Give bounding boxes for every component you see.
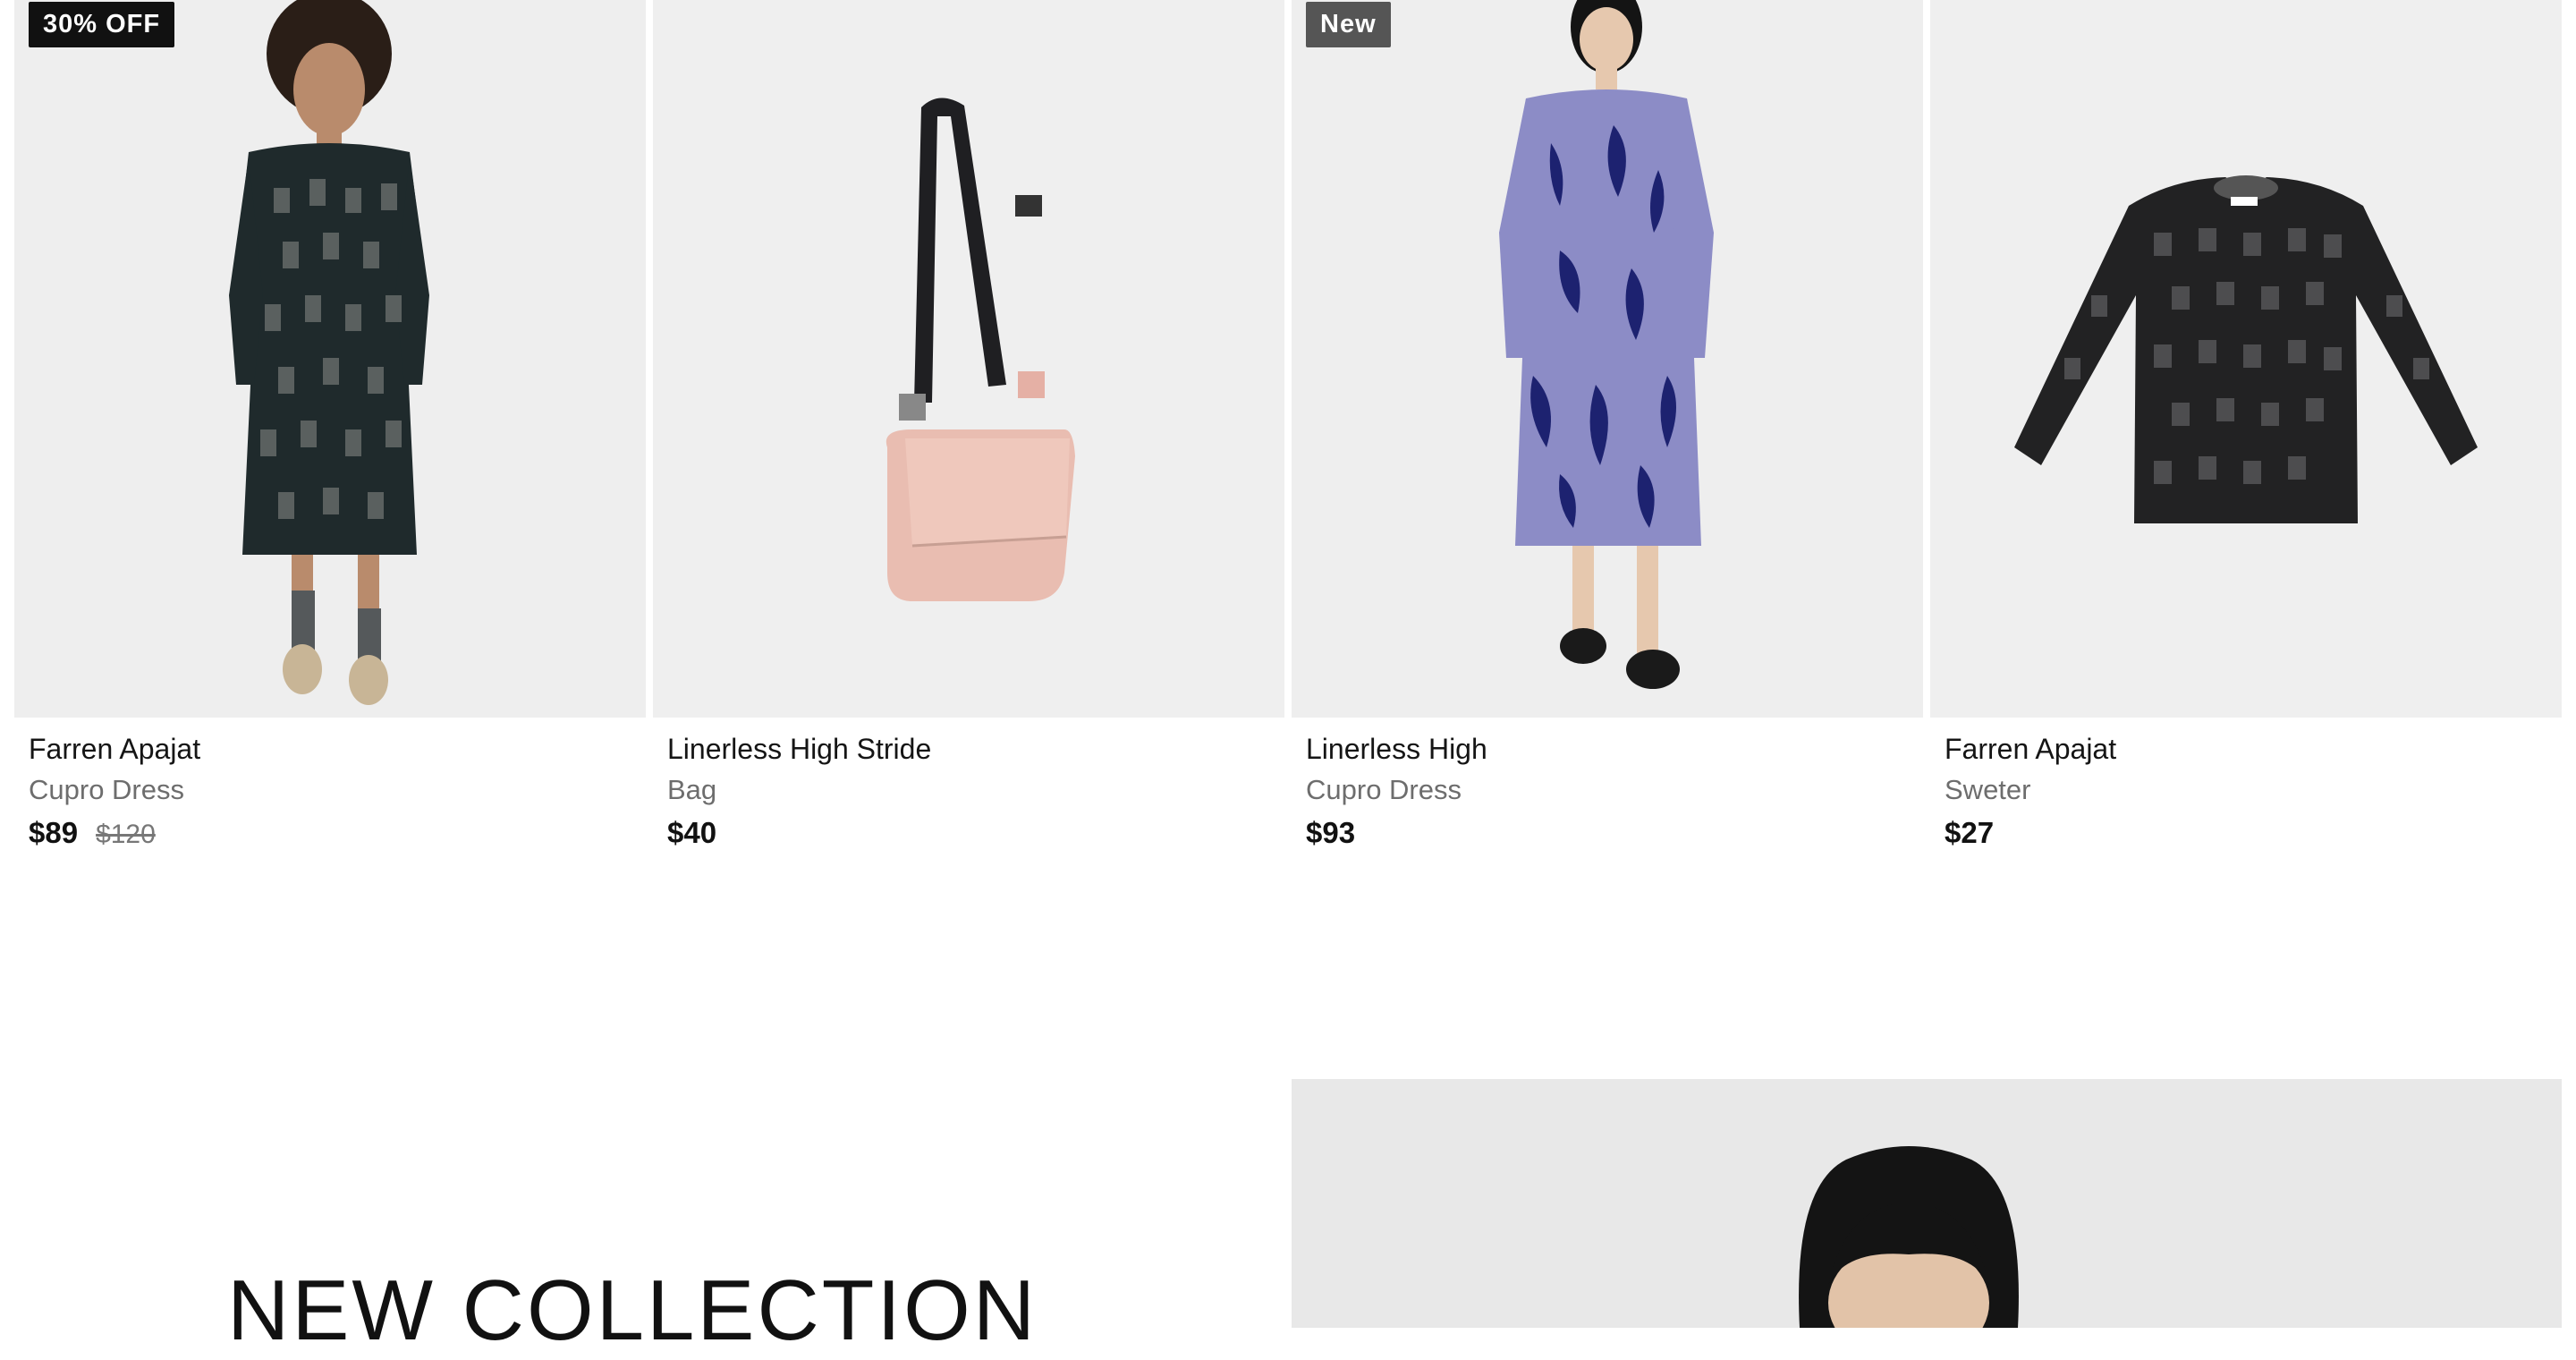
- product-price: $40: [667, 816, 717, 849]
- product-card-linerless-high-stride-bag[interactable]: Linerless High Stride Bag $40: [653, 0, 1284, 895]
- bag-image: [653, 0, 1284, 718]
- price-row: $40: [667, 816, 1270, 850]
- sweater-image: [1930, 0, 2562, 718]
- product-grid: 30% OFF Farren Apajat Cupro Dress $89 $1…: [14, 0, 2562, 895]
- product-image[interactable]: [1930, 0, 2562, 718]
- product-name[interactable]: Farren Apajat: [29, 728, 631, 769]
- product-image[interactable]: 30% OFF: [14, 0, 646, 718]
- product-card-farren-apajat-dress[interactable]: 30% OFF Farren Apajat Cupro Dress $89 $1…: [14, 0, 646, 895]
- product-price: $27: [1945, 816, 1995, 849]
- product-info: Linerless High Cupro Dress $93: [1292, 718, 1923, 861]
- product-price: $89: [29, 816, 79, 849]
- product-info: Farren Apajat Cupro Dress $89 $120: [14, 718, 646, 861]
- product-type: Bag: [667, 774, 717, 805]
- promo-image[interactable]: [1292, 1079, 2562, 1328]
- product-card-linerless-high-dress[interactable]: New Linerless High Cupro Dress $93: [1292, 0, 1923, 895]
- product-type: Cupro Dress: [29, 774, 184, 805]
- product-name[interactable]: Linerless High: [1306, 728, 1909, 769]
- price-row: $89 $120: [29, 816, 631, 850]
- dress-model-image: [14, 0, 646, 718]
- dress-model-image: [1292, 0, 1923, 718]
- price-row: $93: [1306, 816, 1909, 850]
- product-type: Sweter: [1945, 774, 2031, 805]
- product-old-price: $120: [96, 820, 156, 849]
- price-row: $27: [1945, 816, 2547, 850]
- product-card-farren-apajat-sweater[interactable]: Farren Apajat Sweter $27: [1930, 0, 2562, 895]
- product-name[interactable]: Farren Apajat: [1945, 728, 2547, 769]
- product-price: $93: [1306, 816, 1356, 849]
- product-image[interactable]: New: [1292, 0, 1923, 718]
- product-type: Cupro Dress: [1306, 774, 1462, 805]
- promo-title: NEW COLLECTION: [227, 1262, 1038, 1358]
- discount-badge: 30% OFF: [29, 2, 175, 47]
- product-image[interactable]: [653, 0, 1284, 718]
- new-badge: New: [1306, 2, 1391, 47]
- product-info: Linerless High Stride Bag $40: [653, 718, 1284, 861]
- product-name[interactable]: Linerless High Stride: [667, 728, 1270, 769]
- model-portrait-image: [1292, 1079, 2562, 1328]
- product-info: Farren Apajat Sweter $27: [1930, 718, 2562, 861]
